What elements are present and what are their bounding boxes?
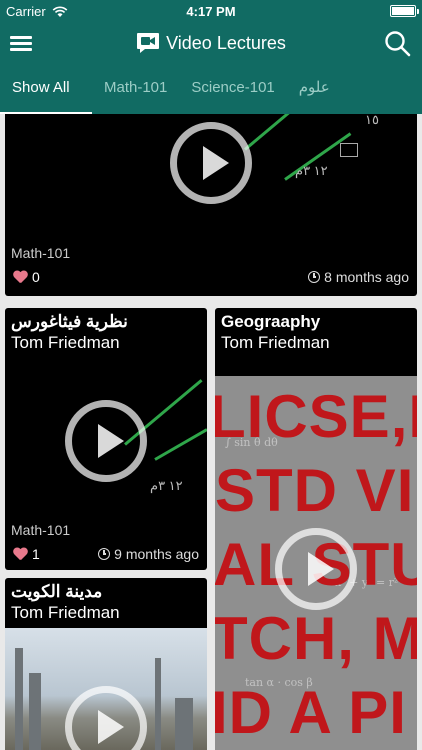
play-button[interactable] — [65, 400, 147, 482]
likes-count: 1 — [32, 546, 40, 562]
city-tower — [15, 648, 23, 750]
video-thumbnail — [5, 628, 207, 750]
nav-bar: Video Lectures — [0, 22, 422, 66]
battery-icon — [390, 5, 419, 17]
tab-math-101[interactable]: Math-101 — [92, 66, 179, 114]
thumb-text-line: STD VI — [215, 457, 415, 524]
clock-icon — [98, 548, 111, 560]
chalk-box — [340, 143, 358, 157]
thumb-text-line: LICSE,N — [215, 383, 417, 450]
video-author: Tom Friedman — [11, 603, 120, 622]
category-label: Math-101 — [11, 522, 71, 538]
tab-bar: Show All Math-101 Science-101 علوم — [0, 66, 422, 114]
play-button[interactable] — [275, 528, 357, 610]
tab-uloom[interactable]: علوم — [287, 66, 342, 114]
timestamp: 9 months ago — [98, 546, 199, 562]
video-title: نظرية فيثاغورس — [11, 312, 128, 331]
status-bar: Carrier 4:17 PM — [0, 0, 422, 22]
video-thumbnail: ∫ sin θ dθ x² + y² = r² tan α · cos β LI… — [215, 376, 417, 750]
page-title: Video Lectures — [166, 32, 286, 53]
time-label: 8 months ago — [324, 269, 409, 285]
heart-icon[interactable] — [13, 271, 28, 284]
video-title: Geograaphy — [221, 312, 321, 331]
video-card[interactable]: نظرية فيثاغورس Tom Friedman ١٢ ٣م Math-1… — [5, 308, 207, 570]
video-card[interactable]: ١٥ ١٢ ٣م Math-101 0 8 months ago — [5, 114, 417, 296]
city-tower — [29, 673, 41, 750]
video-author: Tom Friedman — [11, 333, 120, 352]
video-card[interactable]: مدينة الكويت Tom Friedman — [5, 578, 207, 750]
likes-count: 0 — [32, 269, 40, 285]
video-thumbnail: ١٢ ٣م — [5, 358, 207, 518]
chalk-line — [154, 428, 207, 461]
likes[interactable]: 0 — [13, 269, 40, 285]
heart-icon[interactable] — [13, 548, 28, 561]
video-title: مدينة الكويت — [11, 582, 103, 601]
thumb-text-line: ID A PI — [215, 679, 407, 746]
thumb-text-line: TCH, M — [215, 605, 417, 672]
clock-icon — [308, 271, 321, 283]
search-icon[interactable] — [384, 30, 412, 58]
time-label: 9 months ago — [114, 546, 199, 562]
video-grid: ١٥ ١٢ ٣م Math-101 0 8 months ago نظرية ف… — [0, 114, 422, 750]
tab-show-all[interactable]: Show All — [0, 66, 92, 114]
tab-science-101[interactable]: Science-101 — [179, 66, 286, 114]
video-thumbnail: ١٥ ١٢ ٣م — [5, 114, 417, 258]
video-icon — [137, 33, 160, 53]
play-button[interactable] — [170, 122, 252, 204]
category-label: Math-101 — [11, 245, 71, 261]
chalk-text: ١٢ ٣م — [295, 163, 328, 178]
likes[interactable]: 1 — [13, 546, 40, 562]
chalk-text: ١٥ — [365, 114, 379, 127]
timestamp: 8 months ago — [308, 269, 409, 285]
video-author: Tom Friedman — [221, 333, 330, 352]
chalk-text: ١٢ ٣م — [150, 478, 183, 493]
chalk-line — [244, 114, 338, 151]
nav-title: Video Lectures — [0, 32, 422, 54]
video-card[interactable]: Geograaphy Tom Friedman ∫ sin θ dθ x² + … — [215, 308, 417, 750]
status-time: 4:17 PM — [186, 4, 236, 19]
city-tower — [175, 698, 193, 750]
play-button[interactable] — [65, 686, 147, 750]
city-tower — [155, 658, 161, 750]
